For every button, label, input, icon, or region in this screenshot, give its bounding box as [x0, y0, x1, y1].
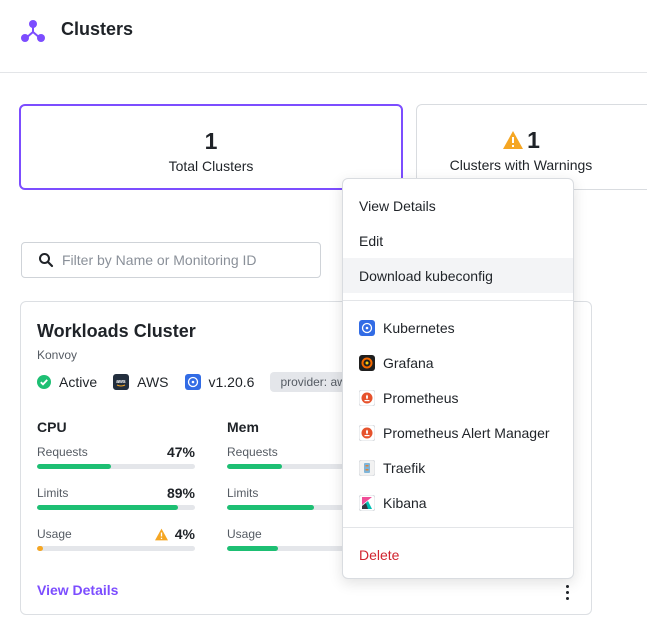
metric-label: Usage — [227, 527, 262, 541]
progress-fill — [227, 546, 278, 551]
cloud-provider: aws AWS — [113, 374, 169, 390]
aws-icon: aws — [113, 374, 130, 390]
progress-bar — [37, 464, 195, 469]
filter-input[interactable] — [62, 249, 312, 271]
version-text: v1.20.6 — [208, 374, 255, 390]
menu-item-view-details[interactable]: View Details — [343, 188, 573, 223]
menu-item-prometheus-alert-manager[interactable]: Prometheus Alert Manager — [343, 415, 573, 450]
metric-value: 89% — [167, 485, 195, 501]
traefik-icon — [359, 459, 375, 476]
cluster-name: Workloads Cluster — [37, 321, 196, 341]
progress-fill — [227, 505, 314, 510]
menu-item-traefik[interactable]: Traefik — [343, 450, 573, 485]
progress-fill — [37, 464, 112, 469]
menu-item-grafana[interactable]: Grafana — [343, 345, 573, 380]
progress-bar — [37, 546, 195, 551]
metric-label: Limits — [37, 486, 69, 500]
cluster-actions-menu: View Details Edit Download kubeconfig Ku… — [342, 178, 574, 579]
metric-label: Limits — [227, 486, 259, 500]
kibana-icon — [359, 494, 375, 511]
menu-item-label: Kibana — [383, 494, 427, 511]
more-options-icon[interactable] — [559, 582, 575, 602]
kubernetes-icon — [359, 319, 375, 336]
metric-value-text: 4% — [174, 526, 195, 542]
progress-bar — [37, 505, 195, 510]
status-badge: Active — [37, 374, 97, 390]
metric-title: CPU — [37, 419, 67, 435]
menu-item-kibana[interactable]: Kibana — [343, 485, 573, 520]
warning-clusters-count: 1 — [527, 127, 540, 153]
menu-item-label: Traefik — [383, 459, 426, 476]
progress-fill — [37, 505, 178, 510]
progress-fill — [227, 464, 283, 469]
prometheus-icon — [359, 424, 375, 441]
check-circle-icon — [37, 375, 51, 389]
cluster-distribution: Konvoy — [37, 348, 78, 362]
prometheus-icon — [359, 389, 375, 406]
menu-item-edit[interactable]: Edit — [343, 223, 573, 258]
metric-row-usage: Usage 4% — [37, 517, 195, 558]
warning-clusters-label: Clusters with Warnings — [449, 157, 593, 173]
metric-value-text: 89% — [166, 485, 195, 501]
svg-text:aws: aws — [116, 379, 126, 385]
metric-value-text: 47% — [166, 444, 195, 460]
menu-item-delete[interactable]: Delete — [343, 537, 573, 572]
cluster-logo-icon — [21, 20, 45, 42]
menu-divider — [343, 300, 573, 301]
total-clusters-label: Total Clusters — [168, 158, 254, 174]
page-title: Clusters — [61, 19, 134, 39]
warning-icon — [503, 131, 524, 149]
menu-item-label: Prometheus Alert Manager — [383, 424, 550, 441]
warning-icon — [154, 528, 168, 540]
menu-divider — [343, 527, 573, 528]
grafana-icon — [359, 354, 375, 371]
page-header: Clusters — [0, 0, 647, 73]
menu-item-kubernetes[interactable]: Kubernetes — [343, 310, 573, 345]
menu-item-label: Prometheus — [383, 389, 459, 406]
metric-label: Requests — [37, 445, 88, 459]
kubernetes-icon — [184, 374, 201, 390]
menu-item-label: Kubernetes — [383, 319, 455, 336]
metric-row-requests: Requests 47% — [37, 435, 195, 476]
metric-label: Requests — [227, 445, 278, 459]
metric-value: 47% — [167, 444, 195, 460]
search-icon — [39, 253, 54, 268]
total-clusters-card[interactable]: 1 Total Clusters — [19, 104, 403, 190]
menu-item-prometheus[interactable]: Prometheus — [343, 380, 573, 415]
menu-item-download-kubeconfig[interactable]: Download kubeconfig — [343, 258, 573, 293]
cloud-text: AWS — [137, 374, 169, 390]
view-details-link[interactable]: View Details — [37, 582, 118, 598]
metric-row-limits: Limits 89% — [37, 476, 195, 517]
metric-value: 4% — [154, 526, 195, 542]
metric-label: Usage — [37, 527, 72, 541]
total-clusters-count: 1 — [204, 128, 218, 154]
progress-fill — [37, 546, 44, 551]
cpu-metrics: CPU Requests 47% Limits 89% Usage 4% — [37, 419, 195, 558]
k8s-version: v1.20.6 — [184, 374, 255, 390]
cluster-meta: Active aws AWS v1.20.6 provider: aws — [37, 372, 362, 392]
menu-item-label: Grafana — [383, 354, 434, 371]
status-text: Active — [59, 374, 98, 390]
filter-box — [21, 242, 321, 278]
